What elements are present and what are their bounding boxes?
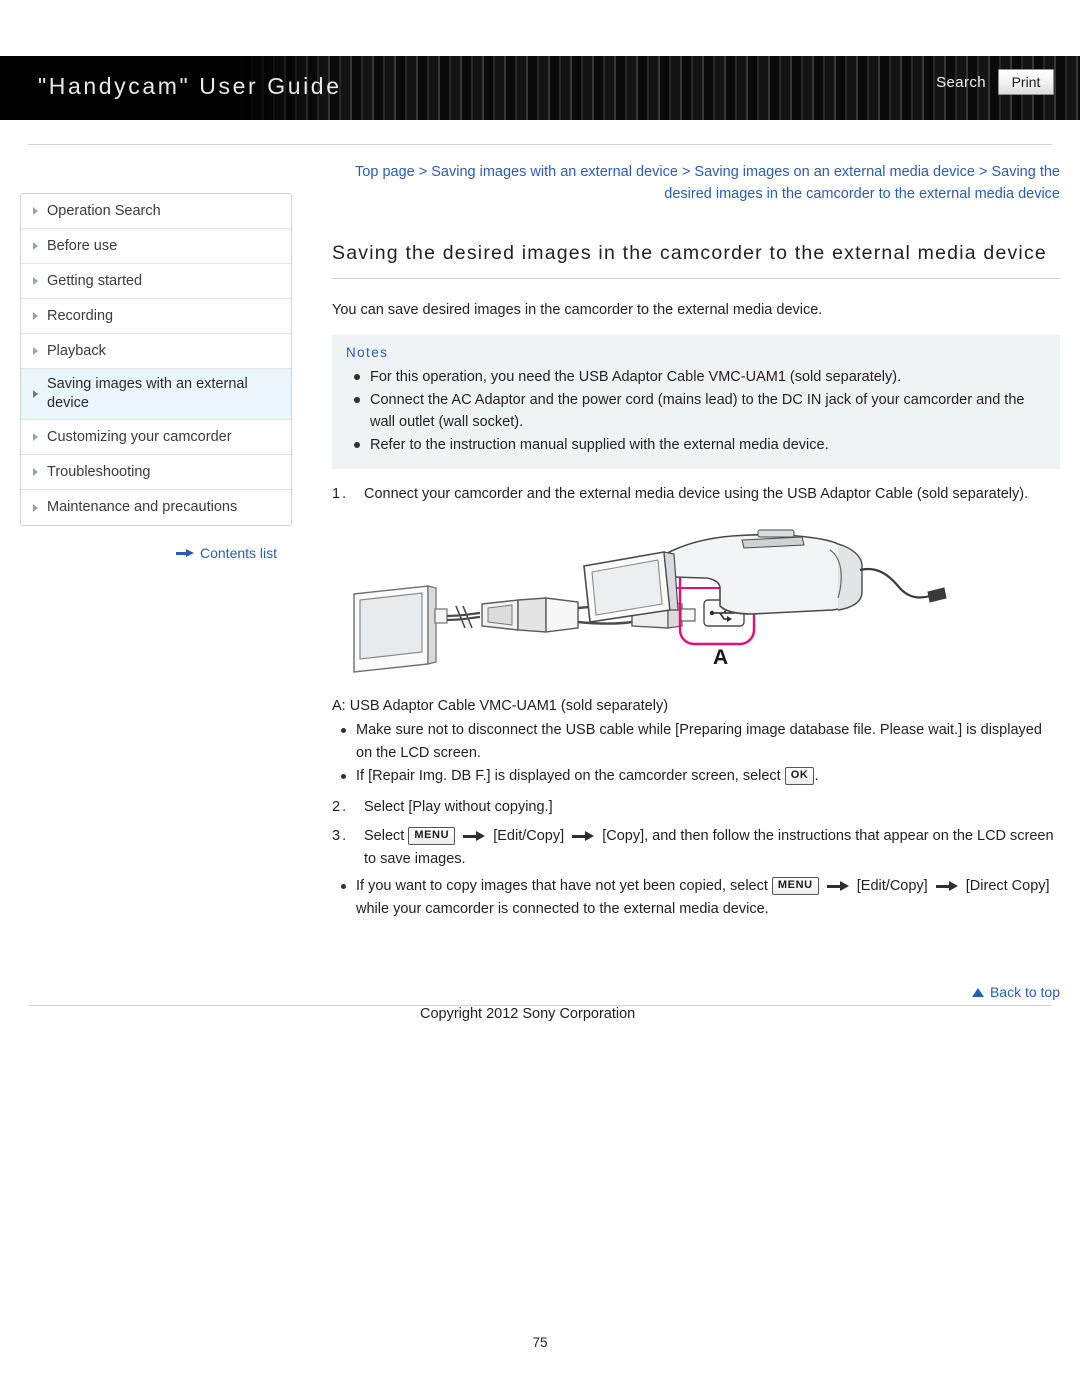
chevron-right-icon bbox=[33, 347, 38, 355]
breadcrumb: Top page > Saving images with an externa… bbox=[332, 161, 1060, 205]
breadcrumb-separator: > bbox=[418, 164, 428, 180]
step-3: 3. Select MENU [Edit/Copy] [Copy], and t… bbox=[332, 825, 1060, 871]
print-button[interactable]: Print bbox=[998, 69, 1054, 95]
sidebar-item-before-use[interactable]: Before use bbox=[21, 229, 291, 264]
arrow-right-icon bbox=[572, 831, 595, 842]
sidebar-item-label: Operation Search bbox=[47, 202, 161, 219]
chevron-right-icon bbox=[33, 503, 38, 512]
breadcrumb-item-top-page[interactable]: Top page bbox=[355, 164, 415, 180]
step-number: 3. bbox=[332, 828, 349, 844]
step3-pre: Select bbox=[364, 828, 405, 844]
chevron-right-icon bbox=[33, 242, 38, 250]
arrow-right-icon bbox=[176, 548, 194, 558]
chevron-right-icon bbox=[33, 390, 38, 398]
connection-diagram: A bbox=[332, 514, 1060, 689]
sidebar-item-customizing-camcorder[interactable]: Customizing your camcorder bbox=[21, 420, 291, 455]
notes-list: For this operation, you need the USB Ada… bbox=[346, 366, 1046, 456]
chevron-right-icon bbox=[33, 433, 38, 441]
step-number: 2. bbox=[332, 799, 349, 815]
note-item: For this operation, you need the USB Ada… bbox=[346, 366, 1046, 388]
sidebar-item-label: Playback bbox=[47, 342, 106, 359]
breadcrumb-item-saving-external-media-cont[interactable]: device bbox=[933, 164, 975, 180]
back-to-top-label: Back to top bbox=[989, 984, 1060, 1000]
menu-key-icon[interactable]: MENU bbox=[771, 877, 819, 896]
intro-paragraph: You can save desired images in the camco… bbox=[332, 302, 823, 318]
chevron-right-icon bbox=[33, 312, 38, 320]
note-item: Refer to the instruction manual supplied… bbox=[346, 434, 1046, 456]
usb-a-plug-illustration bbox=[481, 597, 579, 633]
site-header: "Handycam" User Guide Search Print bbox=[0, 56, 1080, 120]
sidebar-item-label: Getting started bbox=[47, 272, 143, 289]
step3-sub-list: If you want to copy images that have not… bbox=[332, 875, 1060, 921]
steps-list-continued: 2. Select [Play without copying.] 3. Sel… bbox=[332, 796, 1060, 871]
figure-caption-a: A: USB Adaptor Cable VMC-UAM1 (sold sepa… bbox=[332, 698, 669, 714]
sidebar-item-label: Troubleshooting bbox=[47, 463, 151, 480]
chevron-right-icon bbox=[33, 468, 38, 476]
step1-sub-item: Make sure not to disconnect the USB cabl… bbox=[332, 719, 1060, 765]
title-divider bbox=[332, 278, 1060, 279]
page-brand-title: "Handycam" User Guide bbox=[38, 73, 342, 99]
triangle-up-icon bbox=[971, 987, 984, 997]
chevron-right-icon bbox=[33, 207, 38, 215]
connection-diagram-svg: A bbox=[353, 529, 947, 673]
chevron-right-icon bbox=[33, 277, 38, 285]
step3-sub-mid: [Edit/Copy] bbox=[856, 878, 928, 894]
step1-sub-repair-pre: If [Repair Img. DB F.] is displayed on t… bbox=[356, 768, 781, 784]
note-item: Connect the AC Adaptor and the power cor… bbox=[346, 389, 1046, 433]
menu-key-icon[interactable]: MENU bbox=[408, 827, 456, 846]
ok-key-icon[interactable]: OK bbox=[784, 767, 815, 786]
step1-sub-item-repair: If [Repair Img. DB F.] is displayed on t… bbox=[332, 765, 1060, 788]
callout-letter-a: A bbox=[713, 646, 728, 669]
breadcrumb-separator: > bbox=[978, 164, 988, 180]
sidebar-item-troubleshooting[interactable]: Troubleshooting bbox=[21, 455, 291, 490]
step-number: 1. bbox=[332, 486, 349, 502]
search-link[interactable]: Search bbox=[936, 74, 986, 91]
sidebar-item-operation-search[interactable]: Operation Search bbox=[21, 194, 291, 229]
sidebar-item-getting-started[interactable]: Getting started bbox=[21, 264, 291, 299]
header-divider bbox=[28, 144, 1052, 145]
contents-list-link[interactable]: Contents list bbox=[176, 545, 277, 561]
step3-sub-pre: If you want to copy images that have not… bbox=[356, 878, 768, 894]
steps-list: 1. Connect your camcorder and the extern… bbox=[332, 483, 1060, 506]
sidebar-item-label: Maintenance and precautions bbox=[47, 499, 238, 515]
sidebar-item-recording[interactable]: Recording bbox=[21, 299, 291, 334]
sidebar-item-label: Customizing your camcorder bbox=[47, 428, 232, 445]
step3-mid1: [Edit/Copy] bbox=[493, 828, 565, 844]
arrow-right-icon bbox=[826, 881, 849, 892]
step-2: 2. Select [Play without copying.] bbox=[332, 796, 1060, 819]
step3-sub-item: If you want to copy images that have not… bbox=[332, 875, 1060, 921]
notes-heading: Notes bbox=[346, 345, 389, 360]
sidebar-item-saving-images-external-device[interactable]: Saving images with an external device bbox=[21, 369, 291, 420]
arrow-right-icon bbox=[935, 881, 958, 892]
breadcrumb-item-saving-external-media[interactable]: Saving images on an external media bbox=[694, 164, 929, 180]
sidebar-item-maintenance-precautions[interactable]: Maintenance and precautions bbox=[21, 490, 291, 525]
page-title: Saving the desired images in the camcord… bbox=[332, 242, 1047, 264]
step-text: Connect your camcorder and the external … bbox=[364, 486, 1029, 502]
main-content: Saving the desired images in the camcord… bbox=[332, 238, 1060, 921]
sidebar-item-label: Recording bbox=[47, 307, 114, 324]
back-to-top-link[interactable]: Back to top bbox=[971, 984, 1060, 1000]
header-actions: Search Print bbox=[936, 69, 1054, 95]
step-text: Select [Play without copying.] bbox=[364, 799, 553, 815]
sidebar-item-label: Saving images with an external device bbox=[47, 376, 248, 411]
step-1: 1. Connect your camcorder and the extern… bbox=[332, 483, 1060, 506]
external-media-device-illustration bbox=[353, 585, 448, 673]
camcorder-illustration bbox=[583, 529, 947, 623]
notes-box: Notes For this operation, you need the U… bbox=[332, 335, 1060, 469]
step1-sub-list: Make sure not to disconnect the USB cabl… bbox=[332, 719, 1060, 788]
arrow-right-icon bbox=[463, 831, 486, 842]
sidebar-item-playback[interactable]: Playback bbox=[21, 334, 291, 369]
breadcrumb-item-saving-external-device[interactable]: Saving images with an external device bbox=[431, 164, 678, 180]
sidebar-nav: Operation Search Before use Getting star… bbox=[20, 193, 292, 526]
sidebar-item-label: Before use bbox=[47, 237, 118, 254]
step1-sub-repair-post: . bbox=[814, 768, 819, 784]
usb-cable-illustration bbox=[446, 605, 481, 629]
contents-list-label: Contents list bbox=[200, 545, 278, 561]
breadcrumb-separator: > bbox=[681, 164, 691, 180]
copyright-text: Copyright 2012 Sony Corporation bbox=[420, 1006, 636, 1022]
page-number: 75 bbox=[532, 1335, 548, 1350]
